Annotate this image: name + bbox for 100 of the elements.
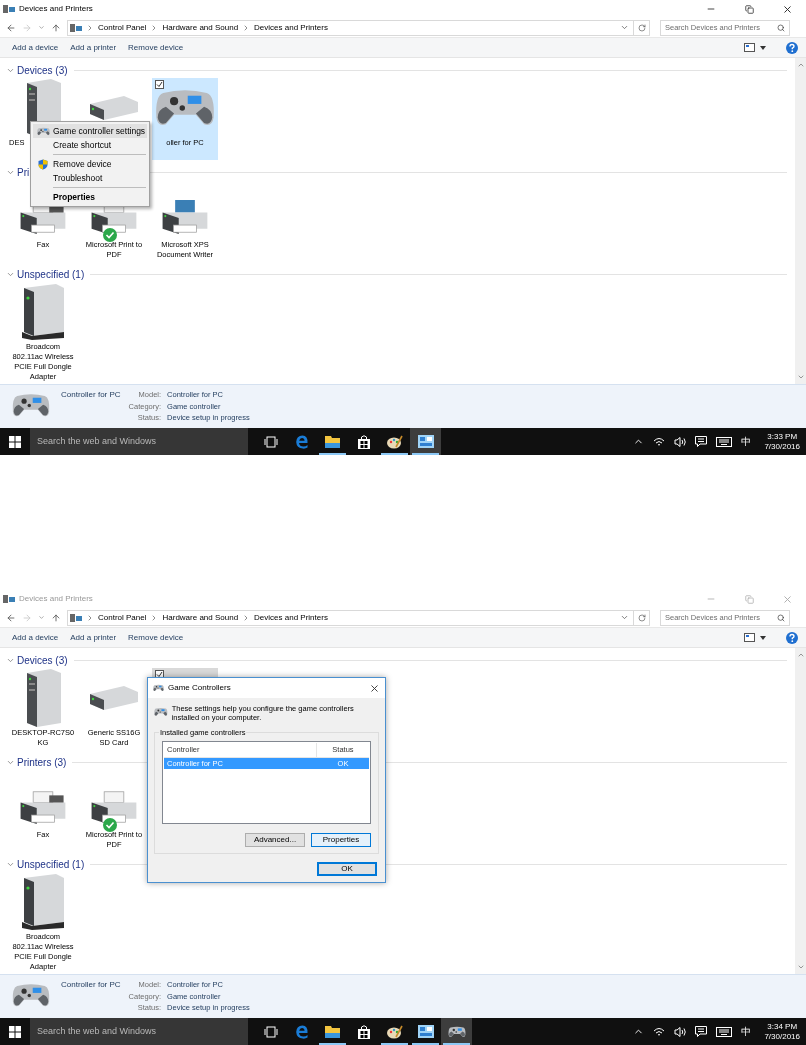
speaker-icon[interactable] [674, 1026, 687, 1037]
scroll-down-icon[interactable] [796, 373, 805, 381]
gamepad-icon [36, 126, 50, 136]
back-icon[interactable] [6, 22, 16, 33]
close-icon[interactable] [369, 682, 380, 694]
gamepad-icon [447, 1025, 466, 1038]
breadcrumb-item[interactable]: Hardware and Sound [162, 611, 239, 624]
task-view-icon [263, 435, 278, 448]
edge-icon [294, 1024, 309, 1039]
speaker-icon[interactable] [674, 436, 687, 447]
input-method-indicator[interactable]: 中 [741, 434, 752, 449]
scroll-down-icon[interactable] [796, 963, 805, 971]
restore-icon [744, 4, 754, 14]
clock-time[interactable]: 3:33 PM [767, 431, 798, 442]
caret-icon[interactable] [760, 45, 766, 50]
dialog-title: Game Controllers [168, 682, 231, 694]
clock-time[interactable]: 3:34 PM [767, 1021, 798, 1032]
scroll-up-icon[interactable] [796, 61, 805, 69]
section-title[interactable]: Printers (3) [17, 754, 67, 770]
checkbox[interactable] [155, 80, 164, 89]
help-icon[interactable] [786, 41, 798, 54]
scrollbar[interactable] [795, 58, 806, 384]
address-bar[interactable]: Control Panel Hardware and Sound Devices and Printers [67, 609, 650, 626]
scroll-up-icon[interactable] [796, 651, 805, 659]
help-icon[interactable] [786, 631, 798, 644]
menu-item[interactable]: Create shortcut [33, 138, 147, 152]
printer-icon [162, 200, 208, 234]
windows-logo-icon [9, 1025, 21, 1038]
clock-date[interactable]: 7/30/2016 [764, 441, 800, 452]
message-icon[interactable] [695, 1026, 708, 1037]
device-name: Controller for PC [61, 979, 121, 991]
search-icon [777, 613, 785, 622]
control-panel-icon [417, 1025, 434, 1038]
chevron-right-icon[interactable] [86, 613, 94, 622]
search-icon [777, 23, 785, 32]
back-icon[interactable] [6, 612, 16, 623]
breadcrumb-item[interactable]: Hardware and Sound [162, 21, 239, 34]
taskbar-app[interactable] [441, 1018, 472, 1045]
gamepad-icon [12, 392, 50, 419]
devices-printers-icon [3, 594, 15, 604]
menu-item[interactable]: Remove device [33, 157, 147, 171]
command-button[interactable]: Add a printer [64, 631, 123, 644]
clock-date[interactable]: 7/30/2016 [764, 1031, 800, 1042]
keyboard-icon[interactable] [716, 1026, 733, 1037]
device-box-icon [20, 284, 66, 340]
gamepad-icon [154, 706, 168, 718]
taskbar-app[interactable] [410, 428, 441, 455]
refresh-icon[interactable] [638, 613, 646, 622]
keyboard-icon[interactable] [716, 436, 733, 447]
command-button[interactable]: Add a printer [64, 41, 123, 54]
paint-palette-icon [386, 1024, 403, 1039]
caret-icon[interactable] [760, 635, 766, 640]
chevron-down-icon[interactable] [620, 23, 629, 32]
command-button[interactable]: Remove device [122, 41, 190, 54]
section-title[interactable]: Devices (3) [17, 62, 68, 78]
up-icon[interactable] [51, 22, 61, 33]
dialog-button[interactable]: Properties [311, 833, 371, 847]
windows-logo-icon [9, 435, 21, 448]
command-button[interactable]: Remove device [122, 631, 190, 644]
section-title[interactable]: Unspecified (1) [17, 266, 85, 282]
dialog-button[interactable]: OK [317, 862, 377, 876]
dialog-button[interactable]: Advanced... [245, 833, 305, 847]
printer-icon [91, 790, 137, 824]
chevron-down-icon[interactable] [620, 613, 629, 622]
wifi-icon[interactable] [653, 1026, 666, 1037]
view-options-icon[interactable] [744, 43, 755, 52]
close-icon [781, 593, 793, 605]
shopping-bag-icon [356, 434, 371, 449]
window-title: Devices and Printers [19, 3, 93, 15]
control-panel-icon [417, 435, 434, 448]
input-method-indicator[interactable]: 中 [741, 1024, 752, 1039]
device-name: Controller for PC [61, 389, 121, 401]
command-button[interactable]: Add a device [6, 41, 65, 54]
breadcrumb-item[interactable]: Control Panel [98, 21, 147, 34]
taskbar-search-field[interactable]: Search the web and Windows [30, 428, 248, 455]
menu-item[interactable]: Troubleshoot [33, 171, 147, 185]
section-title[interactable]: Unspecified (1) [17, 856, 85, 872]
section-title[interactable]: Devices (3) [17, 652, 68, 668]
chevron-right-icon[interactable] [86, 23, 94, 32]
menu-item[interactable]: Properties [33, 190, 147, 204]
folder-icon [325, 1025, 340, 1038]
address-bar[interactable]: Control Panel Hardware and Sound Devices and Printers [67, 19, 650, 36]
gamepad-icon [12, 982, 50, 1009]
scrollbar[interactable] [795, 648, 806, 974]
window-title: Devices and Printers [19, 593, 93, 605]
message-icon[interactable] [695, 436, 708, 447]
view-options-icon[interactable] [744, 633, 755, 642]
gamepad-icon [153, 684, 164, 692]
device-box-icon [20, 874, 66, 930]
refresh-icon[interactable] [638, 23, 646, 32]
breadcrumb-item[interactable]: Devices and Printers [254, 611, 328, 624]
menu-item[interactable]: Game controller settings [33, 124, 147, 138]
taskbar-search-field[interactable]: Search the web and Windows [30, 1018, 248, 1045]
command-button[interactable]: Add a device [6, 631, 65, 644]
devices-printers-icon [70, 612, 82, 623]
breadcrumb-item[interactable]: Devices and Printers [254, 21, 328, 34]
section-title[interactable]: Pri [17, 164, 30, 180]
wifi-icon[interactable] [653, 436, 666, 447]
breadcrumb-item[interactable]: Control Panel [98, 611, 147, 624]
up-icon[interactable] [51, 612, 61, 623]
